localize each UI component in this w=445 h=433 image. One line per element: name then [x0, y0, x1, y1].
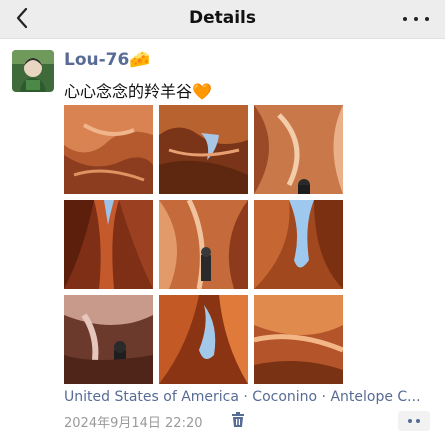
photo-8[interactable]: [159, 295, 248, 384]
photo-6[interactable]: [254, 200, 343, 289]
photo-grid: [64, 105, 343, 384]
comment-dots-icon: [408, 419, 412, 423]
page-title: Details: [188, 8, 256, 28]
comment-button[interactable]: [398, 411, 430, 431]
post-caption: 心心念念的羚羊谷: [64, 82, 193, 101]
photo-5[interactable]: [159, 200, 248, 289]
post-text: 心心念念的羚羊谷🧡: [64, 78, 212, 102]
photo-7[interactable]: [64, 295, 153, 384]
photo-2[interactable]: [159, 105, 248, 194]
more-options-button[interactable]: [403, 10, 429, 28]
trash-icon: [232, 412, 244, 427]
orange-heart-emoji: 🧡: [192, 82, 212, 101]
avatar[interactable]: [12, 50, 54, 92]
photo-4[interactable]: [64, 200, 153, 289]
location-link[interactable]: United States of America · Coconino · An…: [64, 389, 424, 405]
photo-1[interactable]: [64, 105, 153, 194]
post-timestamp: 2024年9月14日 22:20: [64, 416, 203, 431]
username-link[interactable]: Lou-76🧀: [64, 50, 151, 70]
delete-button[interactable]: [231, 412, 245, 428]
photo-3[interactable]: [254, 105, 343, 194]
photo-9[interactable]: [254, 295, 343, 384]
cheese-emoji: 🧀: [129, 50, 151, 70]
top-nav-bar: Details: [0, 0, 445, 39]
username-text: Lou-76: [64, 50, 130, 70]
more-dots-icon: [403, 17, 407, 21]
